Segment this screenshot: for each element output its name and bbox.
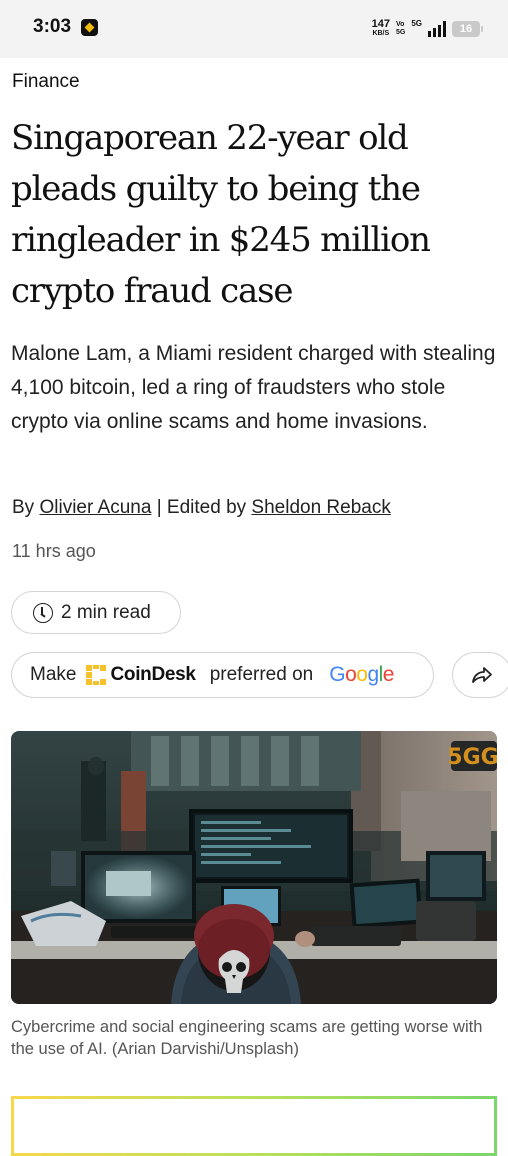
status-bar: 3:03 147 KB/S Vo 5G 5G 16 bbox=[0, 0, 508, 58]
google-letter: e bbox=[382, 663, 395, 686]
byline: By Olivier Acuna | Edited by Sheldon Reb… bbox=[12, 497, 391, 519]
share-button[interactable] bbox=[452, 652, 508, 698]
author-link[interactable]: Olivier Acuna bbox=[39, 497, 151, 518]
article-hero-image: 5GG bbox=[11, 731, 497, 1004]
byline-edited-prefix: | Edited by bbox=[156, 497, 247, 518]
status-indicators: 147 KB/S Vo 5G 5G 16 bbox=[371, 16, 483, 42]
byline-prefix: By bbox=[12, 497, 35, 518]
network-speed-unit: KB/S bbox=[372, 30, 390, 37]
network-speed: 147 KB/S bbox=[371, 18, 390, 38]
preferred-on-label: preferred on bbox=[209, 664, 314, 685]
signal-icon bbox=[428, 21, 446, 37]
share-icon bbox=[472, 667, 492, 683]
next-content-card[interactable] bbox=[11, 1096, 497, 1156]
read-time-label: 2 min read bbox=[61, 601, 151, 623]
google-letter: o bbox=[356, 663, 368, 686]
volte-indicator: Vo 5G bbox=[396, 21, 405, 37]
binance-icon bbox=[81, 19, 98, 36]
article-headline: Singaporean 22-year old pleads guilty to… bbox=[11, 118, 431, 311]
editor-link[interactable]: Sheldon Reback bbox=[251, 497, 390, 518]
coindesk-logo-icon bbox=[86, 665, 107, 685]
read-time-pill: 2 min read bbox=[11, 591, 181, 634]
volte-bottom: 5G bbox=[395, 29, 406, 36]
google-letter: o bbox=[345, 663, 357, 686]
clock-icon bbox=[33, 602, 53, 623]
preferred-source-button[interactable]: Make CoinDesk preferred on Google bbox=[11, 652, 434, 698]
image-caption: Cybercrime and social engineering scams … bbox=[11, 1018, 483, 1058]
section-label[interactable]: Finance bbox=[12, 71, 80, 93]
google-logo: Google bbox=[329, 663, 394, 687]
google-letter: g bbox=[367, 663, 379, 686]
network-type: 5G bbox=[411, 18, 422, 28]
google-letter: G bbox=[329, 663, 346, 686]
preferred-make-label: Make bbox=[30, 664, 77, 685]
coindesk-logo: CoinDesk bbox=[86, 664, 196, 686]
published-time: 11 hrs ago bbox=[12, 541, 96, 561]
coindesk-wordmark: CoinDesk bbox=[110, 664, 196, 685]
battery-icon: 16 bbox=[452, 21, 483, 37]
volte-top: Vo bbox=[395, 21, 405, 28]
network-speed-value: 147 bbox=[371, 18, 390, 30]
article-summary: Malone Lam, a Miami resident charged wit… bbox=[11, 342, 496, 433]
status-time: 3:03 bbox=[33, 16, 72, 37]
